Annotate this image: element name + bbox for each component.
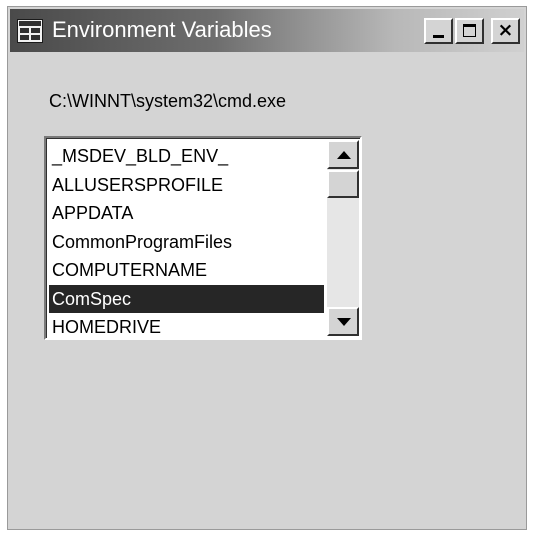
environment-variables-listbox[interactable]: _MSDEV_BLD_ENV_ ALLUSERSPROFILE APPDATA Com… (44, 136, 362, 340)
listbox-items: _MSDEV_BLD_ENV_ ALLUSERSPROFILE APPDATA Com… (49, 142, 324, 342)
vertical-scrollbar[interactable] (327, 140, 359, 336)
list-item[interactable]: _MSDEV_BLD_ENV_ (49, 142, 324, 171)
list-item[interactable]: CommonProgramFiles (49, 228, 324, 257)
executable-path-label: C:\WINNT\system32\cmd.exe (49, 91, 287, 111)
arrow-up-icon (337, 151, 351, 159)
list-item[interactable]: HOMEDRIVE (49, 313, 324, 342)
list-item[interactable]: ComSpec (49, 284, 324, 313)
list-item[interactable]: ALLUSERSPROFILE (49, 171, 324, 200)
list-item[interactable]: APPDATA (49, 199, 324, 228)
environment-variables-window: Environment Variables × C:\WINNT\system3… (7, 6, 527, 530)
scrollbar-thumb[interactable] (327, 170, 359, 198)
minimize-icon (433, 35, 444, 38)
list-item[interactable]: COMPUTERNAME (49, 256, 324, 285)
scroll-up-button[interactable] (327, 140, 359, 169)
maximize-button[interactable] (455, 18, 484, 44)
app-window-icon[interactable] (17, 19, 43, 43)
scroll-down-button[interactable] (327, 307, 359, 336)
maximize-icon (463, 24, 476, 37)
title-bar[interactable]: Environment Variables × (10, 9, 524, 52)
arrow-down-icon (337, 318, 351, 326)
minimize-button[interactable] (424, 18, 453, 44)
close-button[interactable]: × (491, 18, 520, 44)
close-icon: × (497, 19, 514, 41)
window-title: Environment Variables (52, 17, 272, 42)
